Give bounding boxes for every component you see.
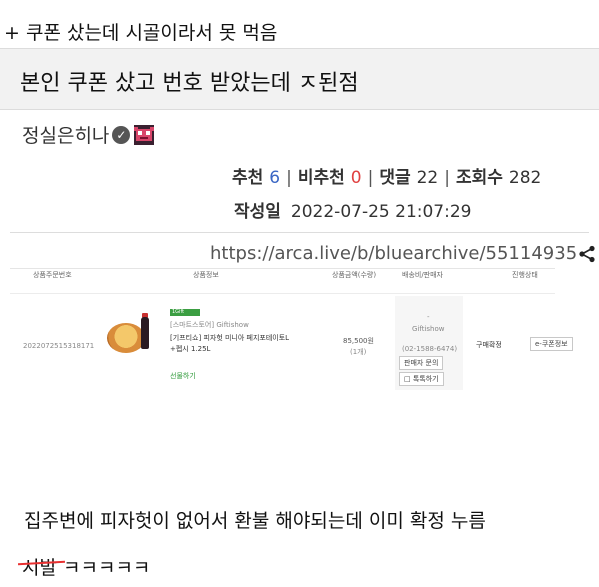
stats-separator: | (286, 168, 292, 188)
stats-separator: | (444, 168, 450, 188)
author-row: 정실은히나 ✓ (22, 121, 155, 148)
gift-badge: 1Gift (170, 309, 200, 316)
pixel-avatar-icon (134, 124, 155, 145)
quantity: (1개) (350, 348, 367, 356)
pepsi-bottle-image (141, 317, 149, 349)
contact-seller-button[interactable]: 판매자 문의 (399, 356, 444, 370)
shipping-dash: - (427, 313, 430, 321)
seller-name: Giftishow (412, 325, 445, 333)
verified-icon: ✓ (112, 125, 131, 144)
header-status: 진행상태 (512, 271, 538, 279)
post-date-row: 작성일 2022-07-25 21:07:29 (234, 197, 471, 222)
not-recommend-count: 0 (350, 168, 362, 188)
caption-note: + 쿠폰 샀는데 시골이라서 못 먹음 (4, 22, 278, 44)
post-url[interactable]: https://arca.live/b/bluearchive/55114935 (210, 243, 577, 264)
header-price-qty: 상품금액(수량) (332, 271, 377, 279)
body-text-line-2: 시발 ㅋㅋㅋㅋㅋ (22, 553, 150, 580)
product-name-line-1[interactable]: [기프티쇼] 피자헛 미니아 페지포테이토L (170, 333, 289, 343)
order-number: 2022072515318171 (23, 342, 95, 350)
recommend-count: 6 (269, 168, 281, 188)
gift-label: 선물하기 (170, 372, 196, 380)
price: 85,500원 (343, 337, 374, 345)
struck-word: 시발 (22, 553, 57, 580)
coupon-info-button[interactable]: e-쿠폰정보 (530, 337, 573, 351)
header-product-info: 상품정보 (193, 271, 219, 279)
recommend-label: 추천 (232, 168, 264, 188)
talk-button-label: 톡톡하기 (412, 375, 439, 383)
comments-label: 댓글 (379, 168, 411, 188)
post-stats: 추천 6 | 비추천 0 | 댓글 22 | 조회수 282 (232, 163, 541, 188)
laugh-text: ㅋㅋㅋㅋㅋ (56, 557, 151, 579)
share-icon[interactable] (578, 245, 596, 263)
author-name[interactable]: 정실은히나 (22, 121, 109, 148)
body-text-line-1: 집주변에 피자헛이 없어서 환불 해야되는데 이미 확정 누름 (24, 510, 486, 532)
date-label: 작성일 (234, 202, 281, 222)
post-title: 본인 쿠폰 샀고 번호 받았는데 ㅈ된점 (20, 71, 359, 96)
date-value: 2022-07-25 21:07:29 (290, 202, 472, 222)
not-recommend-label: 비추천 (297, 168, 345, 188)
product-name-line-2[interactable]: +펩시 1.25L (170, 344, 210, 354)
order-table (10, 268, 555, 391)
views-count: 282 (508, 168, 542, 188)
header-divider (10, 293, 555, 294)
stats-separator: | (367, 168, 374, 188)
seller-phone: (02-1588-6474) (402, 345, 458, 353)
header-order-no: 상품주문번호 (33, 271, 72, 279)
comments-count[interactable]: 22 (417, 168, 439, 188)
talk-button[interactable]: □ 톡톡하기 (399, 372, 444, 386)
store-name[interactable]: [스마트스토어] Giftishow (170, 320, 249, 330)
header-shipping-seller: 배송비/판매자 (402, 271, 443, 279)
order-status: 구매확정 (476, 341, 502, 349)
post-title-bar: 본인 쿠폰 샀고 번호 받았는데 ㅈ된점 (0, 48, 599, 110)
chat-icon: □ (404, 375, 413, 383)
views-label: 조회수 (455, 168, 503, 188)
pizza-image (107, 323, 145, 353)
divider (10, 232, 589, 233)
